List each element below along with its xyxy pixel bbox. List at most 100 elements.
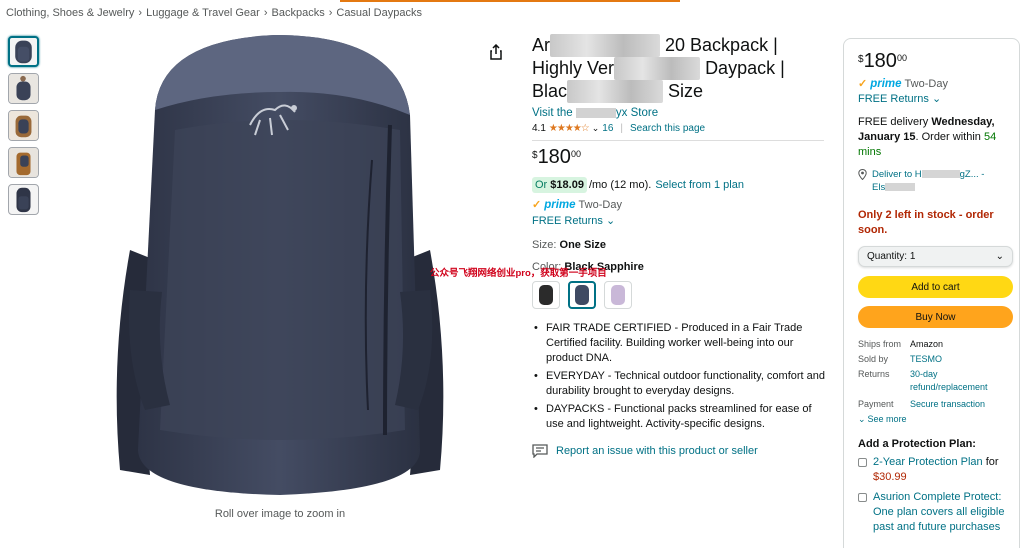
protection-plan-link[interactable]: 2-Year Protection Plan: [873, 456, 983, 468]
chevron-down-icon: ⌄: [995, 251, 1004, 262]
report-issue-label: Report an issue with this product or sel…: [556, 445, 758, 457]
protection-checkbox[interactable]: [858, 493, 867, 502]
deliver-to-line2: Els: [872, 182, 886, 193]
size-selector: Size: One Size: [532, 239, 832, 251]
chevron-down-icon[interactable]: ⌄: [592, 123, 600, 134]
free-returns-link[interactable]: FREE Returns ⌄: [858, 92, 1005, 105]
store-link-suffix: yx Store: [615, 107, 659, 119]
monthly-prefix: Or: [535, 179, 548, 191]
rating-row: 4.1 ★★★★☆ ⌄ 16 | Search this page: [532, 123, 832, 134]
protection-plan-option: 2-Year Protection Plan for $30.99: [858, 455, 1005, 485]
breadcrumb-separator: ›: [263, 7, 268, 19]
stock-status: Only 2 left in stock - order soon.: [858, 209, 994, 236]
star-rating-icon[interactable]: ★★★★☆: [549, 123, 590, 134]
size-value: One Size: [559, 239, 606, 251]
title-line2-a: Highly Ver: [532, 58, 615, 78]
see-more-link[interactable]: ⌄ See more: [858, 413, 1005, 426]
report-issue-link[interactable]: Report an issue with this product or sel…: [532, 444, 832, 458]
prime-logo: prime: [544, 198, 576, 211]
protection-checkbox[interactable]: [858, 458, 867, 467]
swatch-lavender[interactable]: [604, 281, 632, 309]
title-line2-b: Daypack |: [705, 58, 785, 78]
breadcrumb-backpacks[interactable]: Backpacks: [272, 7, 325, 19]
breadcrumb-clothing[interactable]: Clothing, Shoes & Jewelry: [6, 7, 134, 19]
thumbnail-navy-backpack-side[interactable]: [8, 184, 39, 215]
detail-row-ships-from: Ships from Amazon: [858, 338, 1005, 351]
buybox-price: $ 180 00: [858, 51, 1005, 71]
price-whole: 180: [537, 146, 571, 168]
deliver-to-link[interactable]: Deliver to H gZ... - Els: [858, 168, 1005, 194]
thumbnail-backpack-worn-back[interactable]: [8, 73, 39, 104]
watermark-text: 公众号飞翔网络创业pro，获取第一手项目: [430, 268, 607, 279]
quantity-select[interactable]: Quantity: 1 ⌄: [858, 246, 1013, 267]
add-to-cart-button[interactable]: Add to cart: [858, 276, 1013, 298]
share-icon[interactable]: [488, 43, 504, 60]
thumbnail-brown-backpack-worn[interactable]: [8, 110, 39, 141]
store-link[interactable]: Visit the yx Store: [532, 107, 832, 119]
title-line3-a: Blac: [532, 81, 568, 101]
price-fraction: 00: [570, 149, 581, 159]
price-fraction: 00: [896, 53, 907, 63]
breadcrumb: Clothing, Shoes & Jewelry › Luggage & Trav…: [6, 7, 422, 19]
report-flag-icon: [532, 444, 548, 458]
rating-value: 4.1: [532, 123, 546, 134]
main-product-image[interactable]: [100, 30, 460, 500]
monthly-payment-row: Or $18.09 /mo (12 mo). Select from 1 pla…: [532, 177, 832, 193]
product-price: $ 180 00: [532, 147, 832, 167]
asurion-plan-link[interactable]: Asurion Complete Protect: One plan cover…: [873, 490, 1005, 535]
seller-details: Ships from Amazon Sold by TESMO Returns 30-…: [858, 338, 1005, 426]
thumbnail-navy-backpack-front[interactable]: [8, 36, 39, 67]
size-label: Size:: [532, 239, 557, 251]
seller-link[interactable]: TESMO: [910, 353, 942, 366]
quantity-label: Quantity:: [867, 251, 908, 262]
color-swatches: [532, 281, 832, 309]
thumbnail-brown-jacket-model[interactable]: [8, 147, 39, 178]
protection-plan-for: for: [985, 456, 999, 468]
detail-value: Amazon: [910, 339, 944, 349]
select-plan-link[interactable]: Select from 1 plan: [655, 179, 744, 191]
breadcrumb-luggage[interactable]: Luggage & Travel Gear: [146, 7, 260, 19]
store-link-prefix: Visit the: [532, 107, 573, 119]
detail-key: Sold by: [858, 354, 889, 364]
prime-check-icon: ✓: [532, 199, 542, 211]
prime-check-icon: ✓: [858, 78, 868, 90]
see-more-label: See more: [867, 414, 907, 424]
feature-bullet: DAYPACKS - Functional packs streamlined …: [534, 402, 832, 432]
feature-bullet: FAIR TRADE CERTIFIED - Produced in a Fai…: [534, 321, 832, 366]
title-line1-b: 20 Backpack |: [665, 35, 778, 55]
chevron-down-icon: ⌄: [931, 93, 942, 105]
zoom-caption: Roll over image to zoom in: [214, 508, 346, 520]
protection-plan-price: $30.99: [873, 471, 907, 483]
feature-bullet: EVERYDAY - Technical outdoor functionali…: [534, 369, 832, 399]
review-count-link[interactable]: 16: [602, 123, 613, 134]
protection-plan-title: Add a Protection Plan:: [858, 438, 976, 450]
divider: [532, 140, 824, 141]
detail-row-payment: Payment Secure transaction: [858, 398, 1005, 411]
top-accent-bar: [340, 0, 680, 2]
search-this-page-link[interactable]: Search this page: [630, 123, 705, 134]
secure-transaction-link[interactable]: Secure transaction: [910, 398, 985, 411]
prime-badge: ✓ prime Two-Day: [858, 77, 1005, 91]
monthly-badge: Or $18.09: [532, 177, 587, 193]
title-line3-b: Size: [668, 81, 704, 101]
breadcrumb-casual-daypacks[interactable]: Casual Daypacks: [336, 7, 422, 19]
detail-row-returns: Returns 30-day refund/replacement: [858, 368, 1005, 394]
buy-box: $ 180 00 ✓ prime Two-Day FREE Returns ⌄ F…: [843, 38, 1020, 548]
swatch-black[interactable]: [532, 281, 560, 309]
thumbnail-list: [8, 36, 39, 221]
swatch-black-sapphire[interactable]: [568, 281, 596, 309]
location-pin-icon: [858, 169, 867, 180]
detail-key: Returns: [858, 369, 890, 379]
buy-now-button[interactable]: Buy Now: [858, 306, 1013, 328]
prime-delivery-label: Two-Day: [578, 198, 622, 211]
delivery-order-within: . Order within: [915, 131, 981, 143]
monthly-suffix: /mo (12 mo).: [588, 179, 652, 191]
title-line1-a: Ar: [532, 35, 550, 55]
backpack-illustration: [116, 35, 444, 495]
returns-policy-link[interactable]: 30-day refund/replacement: [910, 368, 1005, 394]
detail-key: Payment: [858, 399, 894, 409]
delivery-prefix: FREE delivery: [858, 116, 929, 128]
detail-key: Ships from: [858, 339, 902, 349]
feature-bullets: FAIR TRADE CERTIFIED - Produced in a Fai…: [532, 321, 832, 432]
free-returns-link[interactable]: FREE Returns ⌄: [532, 214, 832, 227]
